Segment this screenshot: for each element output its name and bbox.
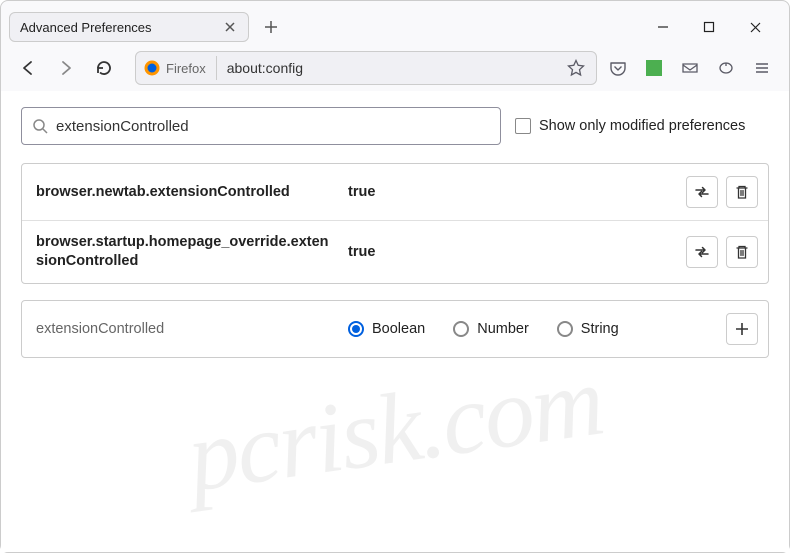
pref-name: browser.newtab.extensionControlled xyxy=(36,183,336,202)
identity-label: Firefox xyxy=(166,61,206,76)
pref-value: true xyxy=(336,244,678,260)
type-radio-group: Boolean Number String xyxy=(336,321,718,337)
toggle-button[interactable] xyxy=(686,236,718,268)
title-bar: Advanced Preferences xyxy=(1,1,789,45)
firefox-logo-icon xyxy=(144,60,160,76)
checkbox-icon xyxy=(515,118,531,134)
delete-button[interactable] xyxy=(726,236,758,268)
pocket-icon[interactable] xyxy=(601,51,635,85)
minimize-button[interactable] xyxy=(653,17,673,37)
radio-icon xyxy=(348,321,364,337)
add-button[interactable] xyxy=(726,313,758,345)
navigation-toolbar: Firefox about:config xyxy=(1,45,789,91)
radio-icon xyxy=(453,321,469,337)
radio-icon xyxy=(557,321,573,337)
bookmark-star-icon[interactable] xyxy=(564,56,588,80)
window-controls xyxy=(653,17,781,37)
page-content: Show only modified preferences browser.n… xyxy=(1,91,789,552)
radio-boolean[interactable]: Boolean xyxy=(348,321,425,337)
pref-value: true xyxy=(336,184,678,200)
pref-search-box[interactable] xyxy=(21,107,501,145)
maximize-button[interactable] xyxy=(699,17,719,37)
back-button[interactable] xyxy=(11,51,45,85)
new-tab-button[interactable] xyxy=(257,13,285,41)
pref-name: browser.startup.homepage_override.extens… xyxy=(36,233,336,271)
mail-icon[interactable] xyxy=(673,51,707,85)
close-tab-icon[interactable] xyxy=(222,19,238,35)
radio-label: String xyxy=(581,321,619,337)
toggle-button[interactable] xyxy=(686,176,718,208)
table-row: browser.newtab.extensionControlled true xyxy=(22,164,768,221)
radio-string[interactable]: String xyxy=(557,321,619,337)
results-table: browser.newtab.extensionControlled true … xyxy=(21,163,769,284)
search-input[interactable] xyxy=(56,118,490,135)
radio-label: Number xyxy=(477,321,529,337)
radio-number[interactable]: Number xyxy=(453,321,529,337)
notes-icon[interactable] xyxy=(709,51,743,85)
reload-button[interactable] xyxy=(87,51,121,85)
new-pref-row: extensionControlled Boolean Number Strin… xyxy=(21,300,769,358)
app-menu-button[interactable] xyxy=(745,51,779,85)
forward-button[interactable] xyxy=(49,51,83,85)
browser-tab[interactable]: Advanced Preferences xyxy=(9,12,249,42)
search-icon xyxy=(32,118,48,134)
delete-button[interactable] xyxy=(726,176,758,208)
watermark: pcrisk.com xyxy=(181,343,609,515)
show-modified-checkbox[interactable]: Show only modified preferences xyxy=(515,118,745,134)
tab-title: Advanced Preferences xyxy=(20,20,152,35)
url-text: about:config xyxy=(217,60,564,76)
table-row: browser.startup.homepage_override.extens… xyxy=(22,221,768,283)
extension-icon[interactable] xyxy=(637,51,671,85)
radio-label: Boolean xyxy=(372,321,425,337)
new-pref-name: extensionControlled xyxy=(36,321,336,337)
identity-box[interactable]: Firefox xyxy=(144,56,217,80)
address-bar[interactable]: Firefox about:config xyxy=(135,51,597,85)
close-window-button[interactable] xyxy=(745,17,765,37)
checkbox-label: Show only modified preferences xyxy=(539,118,745,134)
